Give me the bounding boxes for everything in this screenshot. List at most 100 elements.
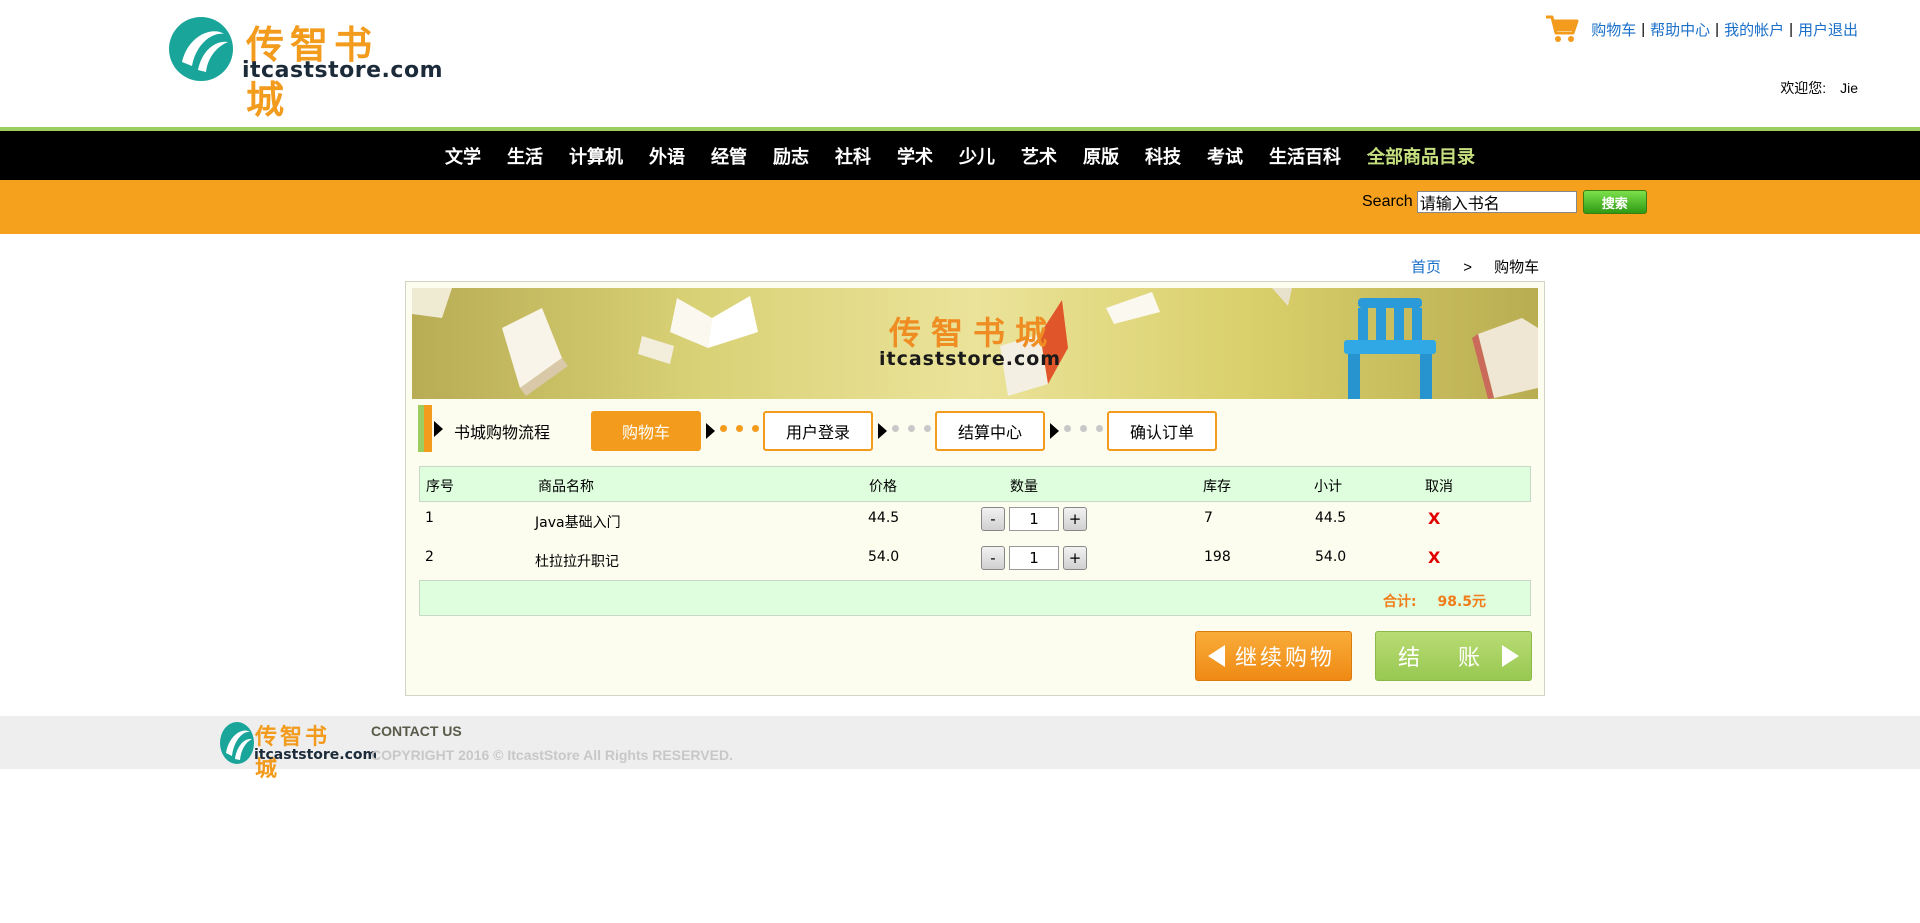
header: 传智书城 itcaststore.com 购物车 | 帮助中心 | 我的帐户 |…	[0, 0, 1920, 127]
category-social-science[interactable]: 社科	[835, 143, 871, 169]
shopping-cart-icon[interactable]	[1545, 14, 1579, 44]
product-name: 杜拉拉升职记	[535, 554, 619, 570]
checkout-button[interactable]: 结 账	[1375, 631, 1532, 681]
table-row: 2 杜拉拉升职记 54.0 - + 198 54.0 X	[419, 541, 1531, 580]
cart-total: 合计: 98.5元	[1383, 591, 1486, 611]
copyright-text: COPYRIGHT 2016 © ItcastStore All Rights …	[371, 747, 733, 763]
flow-title: 书城购物流程	[454, 423, 551, 442]
column-header: 库存	[1203, 479, 1231, 495]
category-nav: 文学 生活 计算机 外语 经管 励志 社科 学术 少儿 艺术 原版 科技 考试 …	[0, 131, 1920, 180]
link-logout[interactable]: 用户退出	[1798, 19, 1858, 40]
flow-step-confirm-order: 确认订单	[1107, 411, 1217, 451]
divider: |	[1715, 20, 1720, 38]
table-footer: 合计: 98.5元	[419, 580, 1531, 616]
category-original[interactable]: 原版	[1083, 143, 1119, 169]
category-computer[interactable]: 计算机	[569, 143, 623, 169]
cart-banner: 传智书城 itcaststore.com	[412, 288, 1538, 399]
category-inspiration[interactable]: 励志	[773, 143, 809, 169]
remove-item-button[interactable]: X	[1428, 548, 1440, 567]
breadcrumb-current: 购物车	[1494, 259, 1540, 276]
continue-shopping-label: 继续购物	[1235, 646, 1336, 671]
category-children[interactable]: 少儿	[959, 143, 995, 169]
contact-us-link[interactable]: CONTACT US	[371, 723, 462, 739]
category-technology[interactable]: 科技	[1145, 143, 1181, 169]
product-stock: 7	[1204, 510, 1213, 526]
category-exam[interactable]: 考试	[1207, 143, 1243, 169]
column-header: 数量	[1010, 479, 1038, 495]
search-form: Search 搜索	[1362, 190, 1647, 214]
total-label: 合计:	[1383, 594, 1417, 610]
table-header: 序号 商品名称 价格 数量 库存 小计 取消	[419, 466, 1531, 502]
column-header: 小计	[1314, 479, 1342, 495]
footer: 传智书城 itcaststore.com CONTACT US COPYRIGH…	[0, 716, 1920, 782]
breadcrumb: 首页 > 购物车	[1411, 256, 1539, 277]
column-header: 取消	[1425, 479, 1453, 495]
category-academic[interactable]: 学术	[897, 143, 933, 169]
product-price: 54.0	[868, 549, 900, 565]
decrease-quantity-button[interactable]: -	[981, 507, 1005, 531]
decrease-quantity-button[interactable]: -	[981, 546, 1005, 570]
flow-dots	[892, 425, 940, 432]
product-subtotal: 54.0	[1315, 549, 1347, 565]
increase-quantity-button[interactable]: +	[1063, 507, 1087, 531]
category-foreign-language[interactable]: 外语	[649, 143, 685, 169]
column-header: 序号	[426, 479, 454, 495]
link-help-center[interactable]: 帮助中心	[1650, 19, 1710, 40]
flow-step-login: 用户登录	[763, 411, 873, 451]
link-my-account[interactable]: 我的帐户	[1724, 19, 1784, 40]
arrow-right-icon	[1502, 645, 1519, 667]
welcome-label: 欢迎您:	[1780, 80, 1827, 96]
username: Jie	[1840, 80, 1858, 96]
search-label: Search	[1362, 193, 1413, 210]
flow-arrow-icon	[1050, 423, 1059, 439]
flow-step-cart: 购物车	[591, 411, 701, 451]
category-all-products[interactable]: 全部商品目录	[1367, 143, 1475, 169]
cart-panel: 传智书城 itcaststore.com 书城购物流程 购物车 用户登录 结算中…	[405, 281, 1545, 696]
shopping-flow: 书城购物流程 购物车 用户登录 结算中心 确认订单	[418, 405, 1318, 453]
category-literature[interactable]: 文学	[445, 143, 481, 169]
search-input[interactable]	[1416, 191, 1577, 213]
footer-logo[interactable]: 传智书城 itcaststore.com	[219, 719, 377, 782]
divider: |	[1789, 20, 1793, 38]
checkout-label: 结 账	[1398, 646, 1489, 671]
flow-step-checkout-center: 结算中心	[935, 411, 1045, 451]
continue-shopping-button[interactable]: 继续购物	[1195, 631, 1352, 681]
quantity-stepper: - +	[981, 546, 1087, 570]
arrow-left-icon	[1208, 645, 1225, 667]
top-nav: 购物车 | 帮助中心 | 我的帐户 | 用户退出	[1545, 14, 1858, 44]
logo-mark-icon	[220, 722, 254, 764]
product-price: 44.5	[868, 510, 900, 526]
search-bar: Search 搜索	[0, 180, 1920, 234]
logo-mark-icon	[169, 17, 233, 81]
total-value: 98.5元	[1437, 594, 1487, 610]
breadcrumb-home[interactable]: 首页	[1411, 259, 1441, 276]
category-life-encyclopedia[interactable]: 生活百科	[1269, 143, 1341, 169]
flow-arrow-icon	[434, 421, 443, 437]
increase-quantity-button[interactable]: +	[1063, 546, 1087, 570]
search-button[interactable]: 搜索	[1582, 190, 1647, 214]
quantity-input[interactable]	[1009, 546, 1059, 570]
product-stock: 198	[1204, 549, 1231, 565]
footer-logo-text-en: itcaststore.com	[254, 747, 378, 763]
quantity-input[interactable]	[1009, 507, 1059, 531]
flow-dots	[1064, 425, 1112, 432]
remove-item-button[interactable]: X	[1428, 509, 1440, 528]
product-name: Java基础入门	[535, 515, 621, 531]
flow-dots	[720, 425, 768, 432]
flow-arrow-icon	[706, 423, 715, 439]
flow-marker	[418, 405, 432, 452]
divider: |	[1641, 20, 1646, 38]
flow-arrow-icon	[878, 423, 887, 439]
site-logo[interactable]: 传智书城 itcaststore.com	[168, 14, 443, 122]
row-number: 1	[425, 510, 434, 526]
product-subtotal: 44.5	[1315, 510, 1347, 526]
column-header: 价格	[869, 479, 897, 495]
link-cart[interactable]: 购物车	[1591, 19, 1636, 40]
category-management[interactable]: 经管	[711, 143, 747, 169]
category-life[interactable]: 生活	[507, 143, 543, 169]
welcome-message: 欢迎您: Jie	[1780, 78, 1858, 98]
category-art[interactable]: 艺术	[1021, 143, 1057, 169]
breadcrumb-separator: >	[1463, 259, 1472, 276]
banner-title-en: itcaststore.com	[879, 348, 1062, 370]
row-number: 2	[425, 549, 434, 565]
